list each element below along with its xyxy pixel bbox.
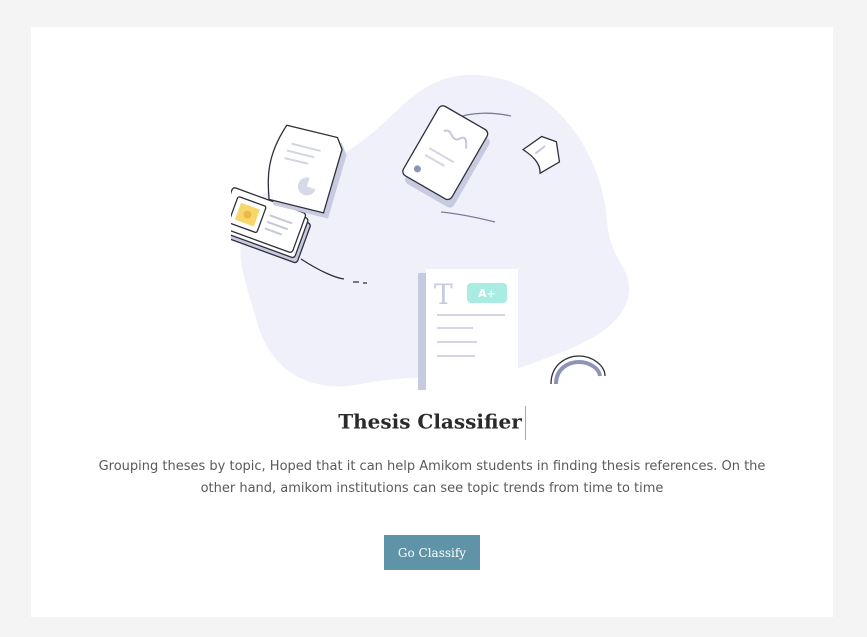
doc-letter: T — [434, 278, 453, 311]
thesis-illustration: T A+ — [231, 75, 630, 390]
hero-description: Grouping theses by topic, Hoped that it … — [98, 459, 766, 496]
go-classify-button[interactable]: Go Classify — [384, 535, 480, 570]
page-title-text: Thesis Classifier — [338, 409, 522, 434]
text-caret — [524, 406, 526, 440]
grade-badge-label: A+ — [478, 287, 496, 300]
hero-card: T A+ Thesis Classifier Grouping theses b… — [31, 27, 833, 617]
page-title: Thesis Classifier — [31, 406, 833, 440]
graded-document: T A+ — [418, 269, 518, 390]
